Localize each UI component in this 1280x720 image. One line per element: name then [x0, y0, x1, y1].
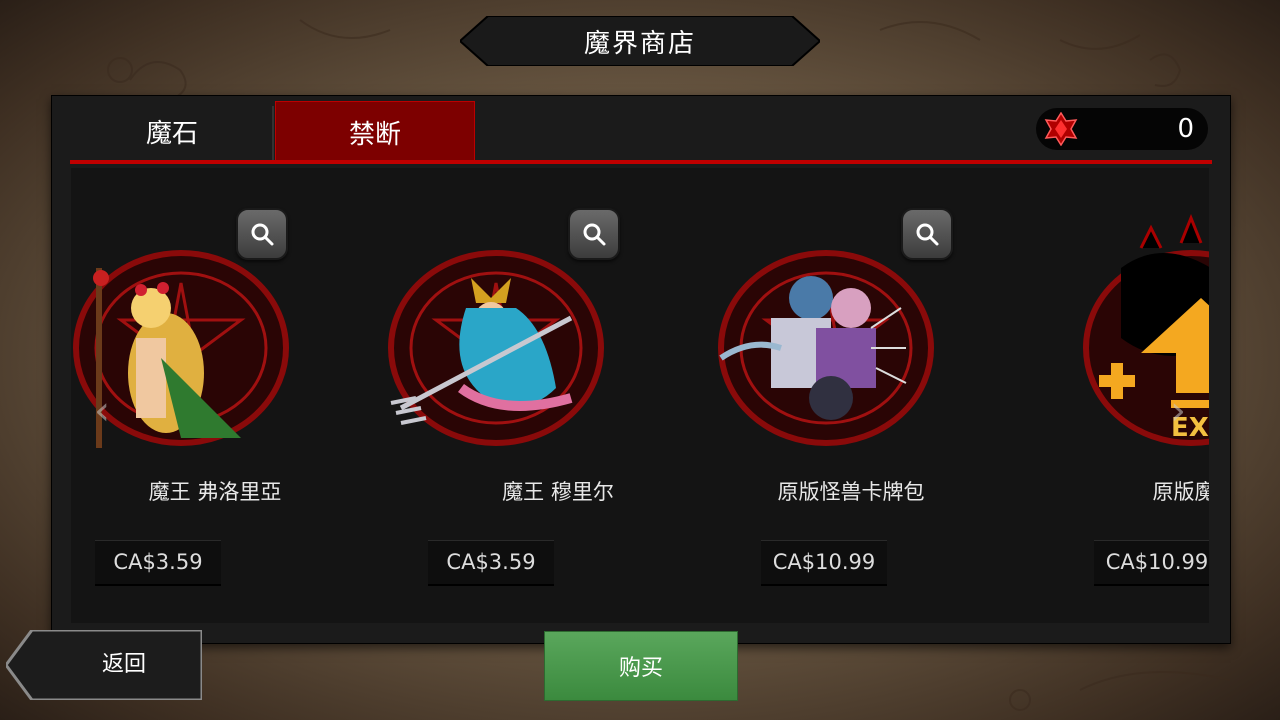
back-button[interactable]: 返回 — [6, 630, 202, 700]
zoom-button[interactable] — [568, 208, 620, 260]
buy-button[interactable]: 购买 — [544, 631, 738, 701]
chevron-right-icon[interactable]: › — [1163, 386, 1193, 436]
item-name: 原版魔王加速卡 — [1152, 480, 1210, 504]
page-title: 魔界商店 — [583, 28, 696, 59]
tab-divider — [272, 106, 274, 161]
tab-underline — [70, 160, 1212, 164]
price-button[interactable]: CA$3.59 — [95, 540, 221, 586]
item-name: 原版怪兽卡牌包 — [777, 480, 925, 504]
shop-carousel: 魔王 弗洛里亞 CA$3.59 魔王 穆里尔 CA$3.59 原版怪兽卡牌包 C… — [71, 168, 1209, 623]
magnifier-icon — [251, 223, 274, 246]
shop-panel: 魔石 禁断 0 魔王 弗洛里亞 CA$3.59 魔王 穆里尔 CA$3.59 原… — [51, 95, 1231, 644]
chevron-left-icon[interactable]: ‹ — [87, 386, 117, 436]
zoom-button[interactable] — [236, 208, 288, 260]
shop-item[interactable]: 魔王 穆里尔 CA$3.59 — [371, 168, 671, 623]
magnifier-icon — [583, 223, 606, 246]
price-button[interactable]: CA$10.99 — [761, 540, 887, 586]
zoom-button[interactable] — [901, 208, 953, 260]
shop-item[interactable]: 原版怪兽卡牌包 CA$10.99 — [701, 168, 1001, 623]
back-label: 返回 — [101, 652, 146, 677]
red-gem-icon — [1044, 112, 1078, 146]
price-button[interactable]: CA$3.59 — [428, 540, 554, 586]
item-portrait — [718, 250, 934, 446]
item-portrait — [388, 250, 604, 446]
price-button[interactable]: CA$10.99 — [1094, 540, 1209, 586]
magnifier-icon — [916, 223, 939, 246]
tab-forbidden[interactable]: 禁断 — [275, 101, 475, 162]
title-banner: 魔界商店 — [460, 16, 820, 66]
currency-amount: 0 — [1177, 114, 1194, 144]
item-name: 魔王 穆里尔 — [502, 480, 614, 504]
currency-display: 0 — [1036, 108, 1208, 150]
tab-magic-stone[interactable]: 魔石 — [72, 101, 272, 161]
item-name: 魔王 弗洛里亞 — [148, 480, 282, 504]
